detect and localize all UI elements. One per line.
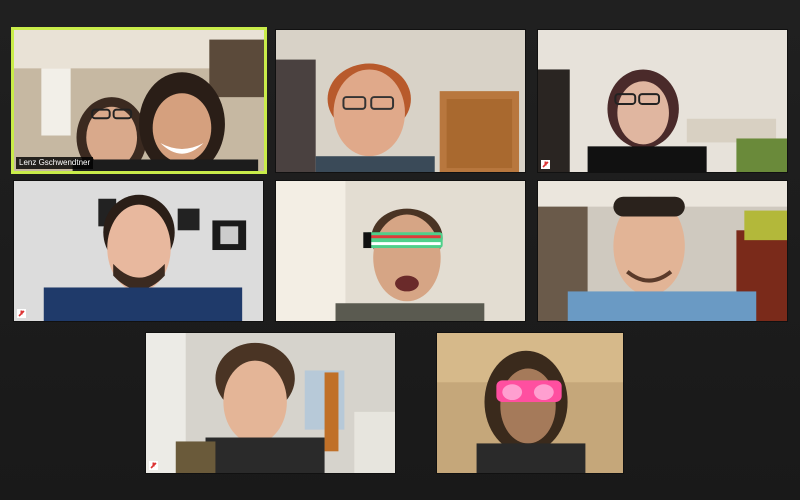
participant-name-label: Lenz Gschwendtner [16, 157, 94, 169]
participant-video-feed [146, 333, 395, 473]
participant-video-feed [14, 181, 263, 321]
microphone-muted-icon [149, 461, 158, 470]
participant-video-feed [276, 181, 525, 321]
participant-video-feed [538, 181, 787, 321]
video-tile-participant-2[interactable] [275, 29, 526, 173]
participant-video-feed [14, 30, 264, 171]
microphone-muted-icon [17, 309, 26, 318]
video-tile-participant-7[interactable] [145, 332, 396, 474]
video-tile-lenz-gschwendtner[interactable]: Lenz Gschwendtner [11, 27, 267, 174]
participant-video-feed [276, 30, 525, 172]
participant-video-feed [437, 333, 623, 473]
video-tile-participant-4[interactable] [13, 180, 264, 322]
video-tile-participant-5[interactable] [275, 180, 526, 322]
video-tile-participant-8[interactable] [436, 332, 624, 474]
microphone-muted-icon [541, 160, 550, 169]
participant-video-feed [538, 30, 787, 172]
video-tile-participant-3[interactable] [537, 29, 788, 173]
video-tile-participant-6[interactable] [537, 180, 788, 322]
